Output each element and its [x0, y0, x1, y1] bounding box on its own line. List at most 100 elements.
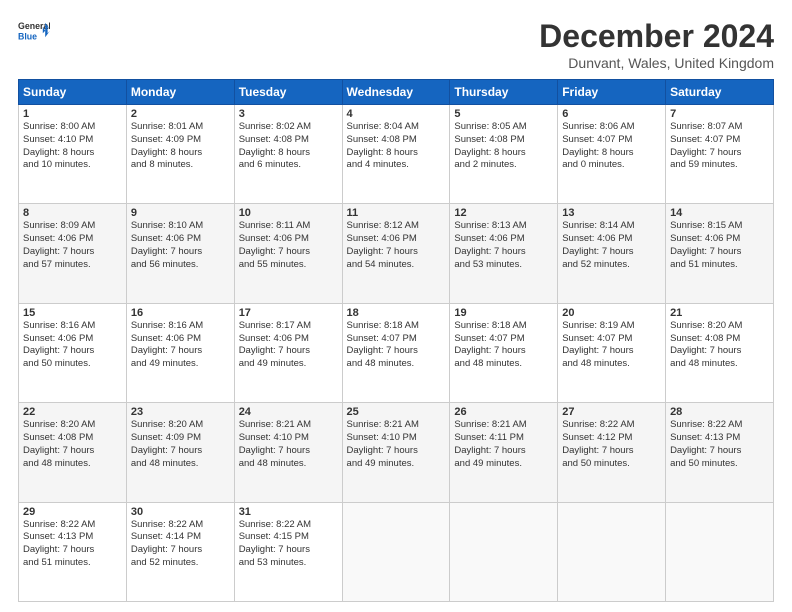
calendar-body: 1Sunrise: 8:00 AMSunset: 4:10 PMDaylight…	[19, 105, 774, 602]
day-info: Sunrise: 8:22 AMSunset: 4:15 PMDaylight:…	[239, 519, 338, 570]
day-number: 31	[239, 506, 338, 518]
day-info: Sunrise: 8:09 AMSunset: 4:06 PMDaylight:…	[23, 220, 122, 271]
day-info: Sunrise: 8:18 AMSunset: 4:07 PMDaylight:…	[454, 320, 553, 371]
month-title: December 2024	[539, 18, 774, 55]
day-info: Sunrise: 8:22 AMSunset: 4:13 PMDaylight:…	[23, 519, 122, 570]
day-info: Sunrise: 8:22 AMSunset: 4:12 PMDaylight:…	[562, 419, 661, 470]
day-info: Sunrise: 8:01 AMSunset: 4:09 PMDaylight:…	[131, 121, 230, 172]
day-info: Sunrise: 8:20 AMSunset: 4:09 PMDaylight:…	[131, 419, 230, 470]
day-number: 21	[670, 307, 769, 319]
day-number: 11	[347, 207, 446, 219]
day-number: 15	[23, 307, 122, 319]
calendar-day-cell	[450, 502, 558, 601]
location: Dunvant, Wales, United Kingdom	[539, 55, 774, 71]
calendar-day-cell: 14Sunrise: 8:15 AMSunset: 4:06 PMDayligh…	[666, 204, 774, 303]
day-number: 20	[562, 307, 661, 319]
calendar-day-cell: 13Sunrise: 8:14 AMSunset: 4:06 PMDayligh…	[558, 204, 666, 303]
day-info: Sunrise: 8:04 AMSunset: 4:08 PMDaylight:…	[347, 121, 446, 172]
day-number: 28	[670, 406, 769, 418]
day-info: Sunrise: 8:21 AMSunset: 4:10 PMDaylight:…	[239, 419, 338, 470]
calendar-day-cell: 3Sunrise: 8:02 AMSunset: 4:08 PMDaylight…	[234, 105, 342, 204]
calendar-day-cell: 9Sunrise: 8:10 AMSunset: 4:06 PMDaylight…	[126, 204, 234, 303]
day-number: 14	[670, 207, 769, 219]
day-number: 25	[347, 406, 446, 418]
day-info: Sunrise: 8:06 AMSunset: 4:07 PMDaylight:…	[562, 121, 661, 172]
calendar-day-cell: 15Sunrise: 8:16 AMSunset: 4:06 PMDayligh…	[19, 303, 127, 402]
day-info: Sunrise: 8:15 AMSunset: 4:06 PMDaylight:…	[670, 220, 769, 271]
calendar-day-cell: 23Sunrise: 8:20 AMSunset: 4:09 PMDayligh…	[126, 403, 234, 502]
day-number: 19	[454, 307, 553, 319]
calendar-week-row: 1Sunrise: 8:00 AMSunset: 4:10 PMDaylight…	[19, 105, 774, 204]
day-number: 16	[131, 307, 230, 319]
calendar-day-cell: 1Sunrise: 8:00 AMSunset: 4:10 PMDaylight…	[19, 105, 127, 204]
calendar-day-cell: 6Sunrise: 8:06 AMSunset: 4:07 PMDaylight…	[558, 105, 666, 204]
day-info: Sunrise: 8:14 AMSunset: 4:06 PMDaylight:…	[562, 220, 661, 271]
calendar-day-cell: 16Sunrise: 8:16 AMSunset: 4:06 PMDayligh…	[126, 303, 234, 402]
page: General Blue December 2024 Dunvant, Wale…	[0, 0, 792, 612]
day-info: Sunrise: 8:07 AMSunset: 4:07 PMDaylight:…	[670, 121, 769, 172]
day-number: 30	[131, 506, 230, 518]
day-info: Sunrise: 8:19 AMSunset: 4:07 PMDaylight:…	[562, 320, 661, 371]
logo: General Blue	[18, 18, 54, 50]
day-number: 22	[23, 406, 122, 418]
svg-text:Blue: Blue	[18, 32, 37, 42]
calendar-day-cell: 20Sunrise: 8:19 AMSunset: 4:07 PMDayligh…	[558, 303, 666, 402]
calendar-day-cell: 22Sunrise: 8:20 AMSunset: 4:08 PMDayligh…	[19, 403, 127, 502]
day-info: Sunrise: 8:12 AMSunset: 4:06 PMDaylight:…	[347, 220, 446, 271]
day-info: Sunrise: 8:20 AMSunset: 4:08 PMDaylight:…	[670, 320, 769, 371]
weekday-header-cell: Saturday	[666, 80, 774, 105]
calendar-day-cell: 24Sunrise: 8:21 AMSunset: 4:10 PMDayligh…	[234, 403, 342, 502]
calendar-day-cell: 29Sunrise: 8:22 AMSunset: 4:13 PMDayligh…	[19, 502, 127, 601]
calendar-day-cell: 26Sunrise: 8:21 AMSunset: 4:11 PMDayligh…	[450, 403, 558, 502]
day-number: 29	[23, 506, 122, 518]
weekday-header-cell: Thursday	[450, 80, 558, 105]
calendar-week-row: 15Sunrise: 8:16 AMSunset: 4:06 PMDayligh…	[19, 303, 774, 402]
day-info: Sunrise: 8:17 AMSunset: 4:06 PMDaylight:…	[239, 320, 338, 371]
day-number: 26	[454, 406, 553, 418]
weekday-header-row: SundayMondayTuesdayWednesdayThursdayFrid…	[19, 80, 774, 105]
day-number: 13	[562, 207, 661, 219]
day-number: 24	[239, 406, 338, 418]
day-info: Sunrise: 8:20 AMSunset: 4:08 PMDaylight:…	[23, 419, 122, 470]
calendar-day-cell	[666, 502, 774, 601]
calendar-day-cell: 31Sunrise: 8:22 AMSunset: 4:15 PMDayligh…	[234, 502, 342, 601]
weekday-header-cell: Monday	[126, 80, 234, 105]
header: General Blue December 2024 Dunvant, Wale…	[18, 18, 774, 71]
day-number: 12	[454, 207, 553, 219]
calendar-day-cell: 18Sunrise: 8:18 AMSunset: 4:07 PMDayligh…	[342, 303, 450, 402]
day-number: 10	[239, 207, 338, 219]
day-info: Sunrise: 8:18 AMSunset: 4:07 PMDaylight:…	[347, 320, 446, 371]
calendar-day-cell: 7Sunrise: 8:07 AMSunset: 4:07 PMDaylight…	[666, 105, 774, 204]
day-number: 1	[23, 108, 122, 120]
calendar-day-cell: 30Sunrise: 8:22 AMSunset: 4:14 PMDayligh…	[126, 502, 234, 601]
day-number: 18	[347, 307, 446, 319]
calendar-day-cell: 10Sunrise: 8:11 AMSunset: 4:06 PMDayligh…	[234, 204, 342, 303]
calendar-day-cell	[342, 502, 450, 601]
calendar-day-cell: 21Sunrise: 8:20 AMSunset: 4:08 PMDayligh…	[666, 303, 774, 402]
calendar-day-cell: 28Sunrise: 8:22 AMSunset: 4:13 PMDayligh…	[666, 403, 774, 502]
calendar-day-cell: 25Sunrise: 8:21 AMSunset: 4:10 PMDayligh…	[342, 403, 450, 502]
day-number: 7	[670, 108, 769, 120]
calendar-week-row: 22Sunrise: 8:20 AMSunset: 4:08 PMDayligh…	[19, 403, 774, 502]
day-number: 6	[562, 108, 661, 120]
calendar-day-cell	[558, 502, 666, 601]
day-info: Sunrise: 8:22 AMSunset: 4:13 PMDaylight:…	[670, 419, 769, 470]
calendar-day-cell: 4Sunrise: 8:04 AMSunset: 4:08 PMDaylight…	[342, 105, 450, 204]
calendar-day-cell: 19Sunrise: 8:18 AMSunset: 4:07 PMDayligh…	[450, 303, 558, 402]
title-block: December 2024 Dunvant, Wales, United Kin…	[539, 18, 774, 71]
calendar-day-cell: 11Sunrise: 8:12 AMSunset: 4:06 PMDayligh…	[342, 204, 450, 303]
calendar-week-row: 8Sunrise: 8:09 AMSunset: 4:06 PMDaylight…	[19, 204, 774, 303]
day-info: Sunrise: 8:21 AMSunset: 4:11 PMDaylight:…	[454, 419, 553, 470]
day-info: Sunrise: 8:16 AMSunset: 4:06 PMDaylight:…	[23, 320, 122, 371]
day-number: 3	[239, 108, 338, 120]
day-number: 2	[131, 108, 230, 120]
calendar-table: SundayMondayTuesdayWednesdayThursdayFrid…	[18, 79, 774, 602]
calendar-week-row: 29Sunrise: 8:22 AMSunset: 4:13 PMDayligh…	[19, 502, 774, 601]
day-number: 5	[454, 108, 553, 120]
weekday-header-cell: Sunday	[19, 80, 127, 105]
day-info: Sunrise: 8:05 AMSunset: 4:08 PMDaylight:…	[454, 121, 553, 172]
logo-icon: General Blue	[18, 18, 50, 50]
day-info: Sunrise: 8:22 AMSunset: 4:14 PMDaylight:…	[131, 519, 230, 570]
calendar-day-cell: 12Sunrise: 8:13 AMSunset: 4:06 PMDayligh…	[450, 204, 558, 303]
day-info: Sunrise: 8:16 AMSunset: 4:06 PMDaylight:…	[131, 320, 230, 371]
